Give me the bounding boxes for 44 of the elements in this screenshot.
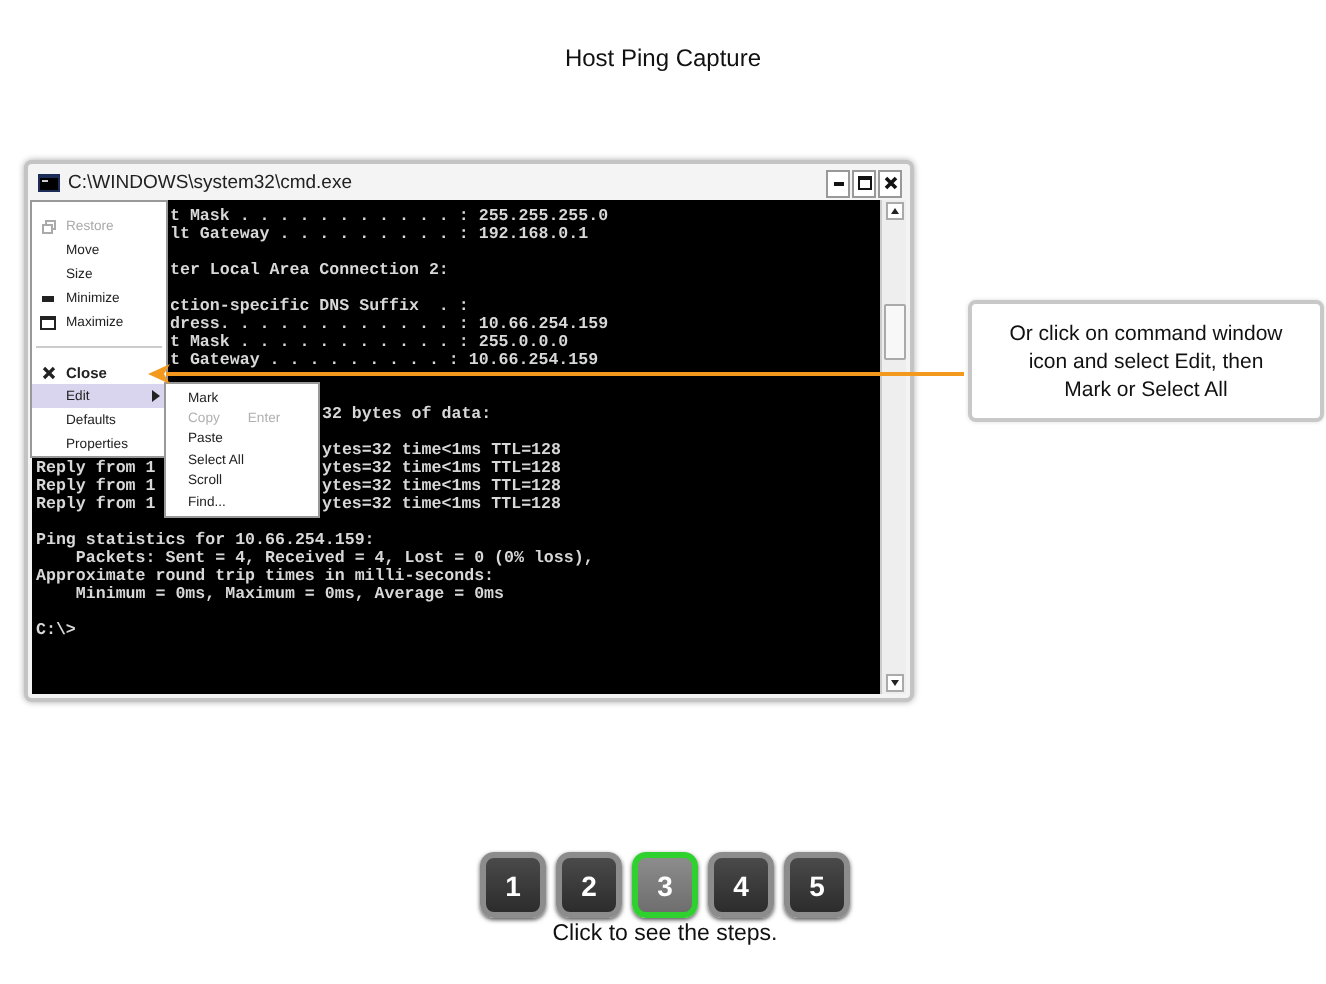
console-text: 32 bytes of data: <box>322 406 494 424</box>
console-text: t Mask . . . . . . . . . . . : 255.0.0.0 <box>170 334 571 352</box>
step-button[interactable]: 1 <box>480 852 546 918</box>
scroll-up-icon[interactable] <box>885 202 903 220</box>
scrollbar-thumb[interactable] <box>883 304 905 360</box>
minimize-button[interactable] <box>826 169 850 197</box>
console-text: t Mask . . . . . . . . . . . : 255.255.255.0 <box>170 208 611 226</box>
console-icon[interactable] <box>38 174 60 192</box>
page-title: Host Ping Capture <box>562 42 764 72</box>
console-text: lt Gateway . . . . . . . . . : 192.168.0.1 <box>170 226 591 244</box>
steps-hint: Click to see the steps. <box>550 922 780 946</box>
window-title: C:\WINDOWS\system32\cmd.exe <box>68 172 354 194</box>
close-icon <box>883 176 897 190</box>
scrollbar[interactable] <box>880 200 906 694</box>
console-text: t Gateway . . . . . . . . . : 10.66.254.159 <box>170 352 601 370</box>
callout-box: Or click on command window icon and select Edit, then Mark or Select All <box>968 300 1324 422</box>
console-text: Reply from 1 <box>36 478 158 496</box>
console-text: C:\> <box>36 622 78 640</box>
console-text: Ping statistics for 10.66.254.159: <box>36 532 377 550</box>
step-button[interactable]: 2 <box>556 852 622 918</box>
console-text: ytes=32 time<1ms TTL=128 <box>322 460 563 478</box>
minimize-icon <box>833 181 843 185</box>
maximize-button[interactable] <box>852 169 876 197</box>
close-icon <box>41 365 55 379</box>
restore-icon <box>41 219 55 233</box>
console-text: ction-specific DNS Suffix . : <box>170 298 471 316</box>
console-text: Reply from 1 <box>36 496 158 514</box>
maximize-icon <box>40 315 56 329</box>
console-text: Approximate round trip times in milli-seconds: <box>36 568 497 586</box>
console-text: ytes=32 time<1ms TTL=128 <box>322 496 563 514</box>
console-text: Packets: Sent = 4, Received = 4, Lost = 0 (0% loss), <box>73 550 596 568</box>
step-button[interactable]: 4 <box>708 852 774 918</box>
scroll-down-icon[interactable] <box>885 674 903 692</box>
console-text: ytes=32 time<1ms TTL=128 <box>322 478 563 496</box>
close-button[interactable] <box>878 169 902 197</box>
console-text: Minimum = 0ms, Maximum = 0ms, Average = 0ms <box>73 586 507 604</box>
console-text: dress. . . . . . . . . . . . : 10.66.254.159 <box>170 316 611 334</box>
step-button[interactable]: 3 <box>632 852 698 918</box>
console-text: Reply from 1 <box>36 460 158 478</box>
console-text: ter Local Area Connection 2: <box>170 262 451 280</box>
minimize-icon <box>42 295 54 301</box>
step-button[interactable]: 5 <box>784 852 850 918</box>
console-text: ytes=32 time<1ms TTL=128 <box>322 442 563 460</box>
maximize-icon <box>857 176 871 190</box>
